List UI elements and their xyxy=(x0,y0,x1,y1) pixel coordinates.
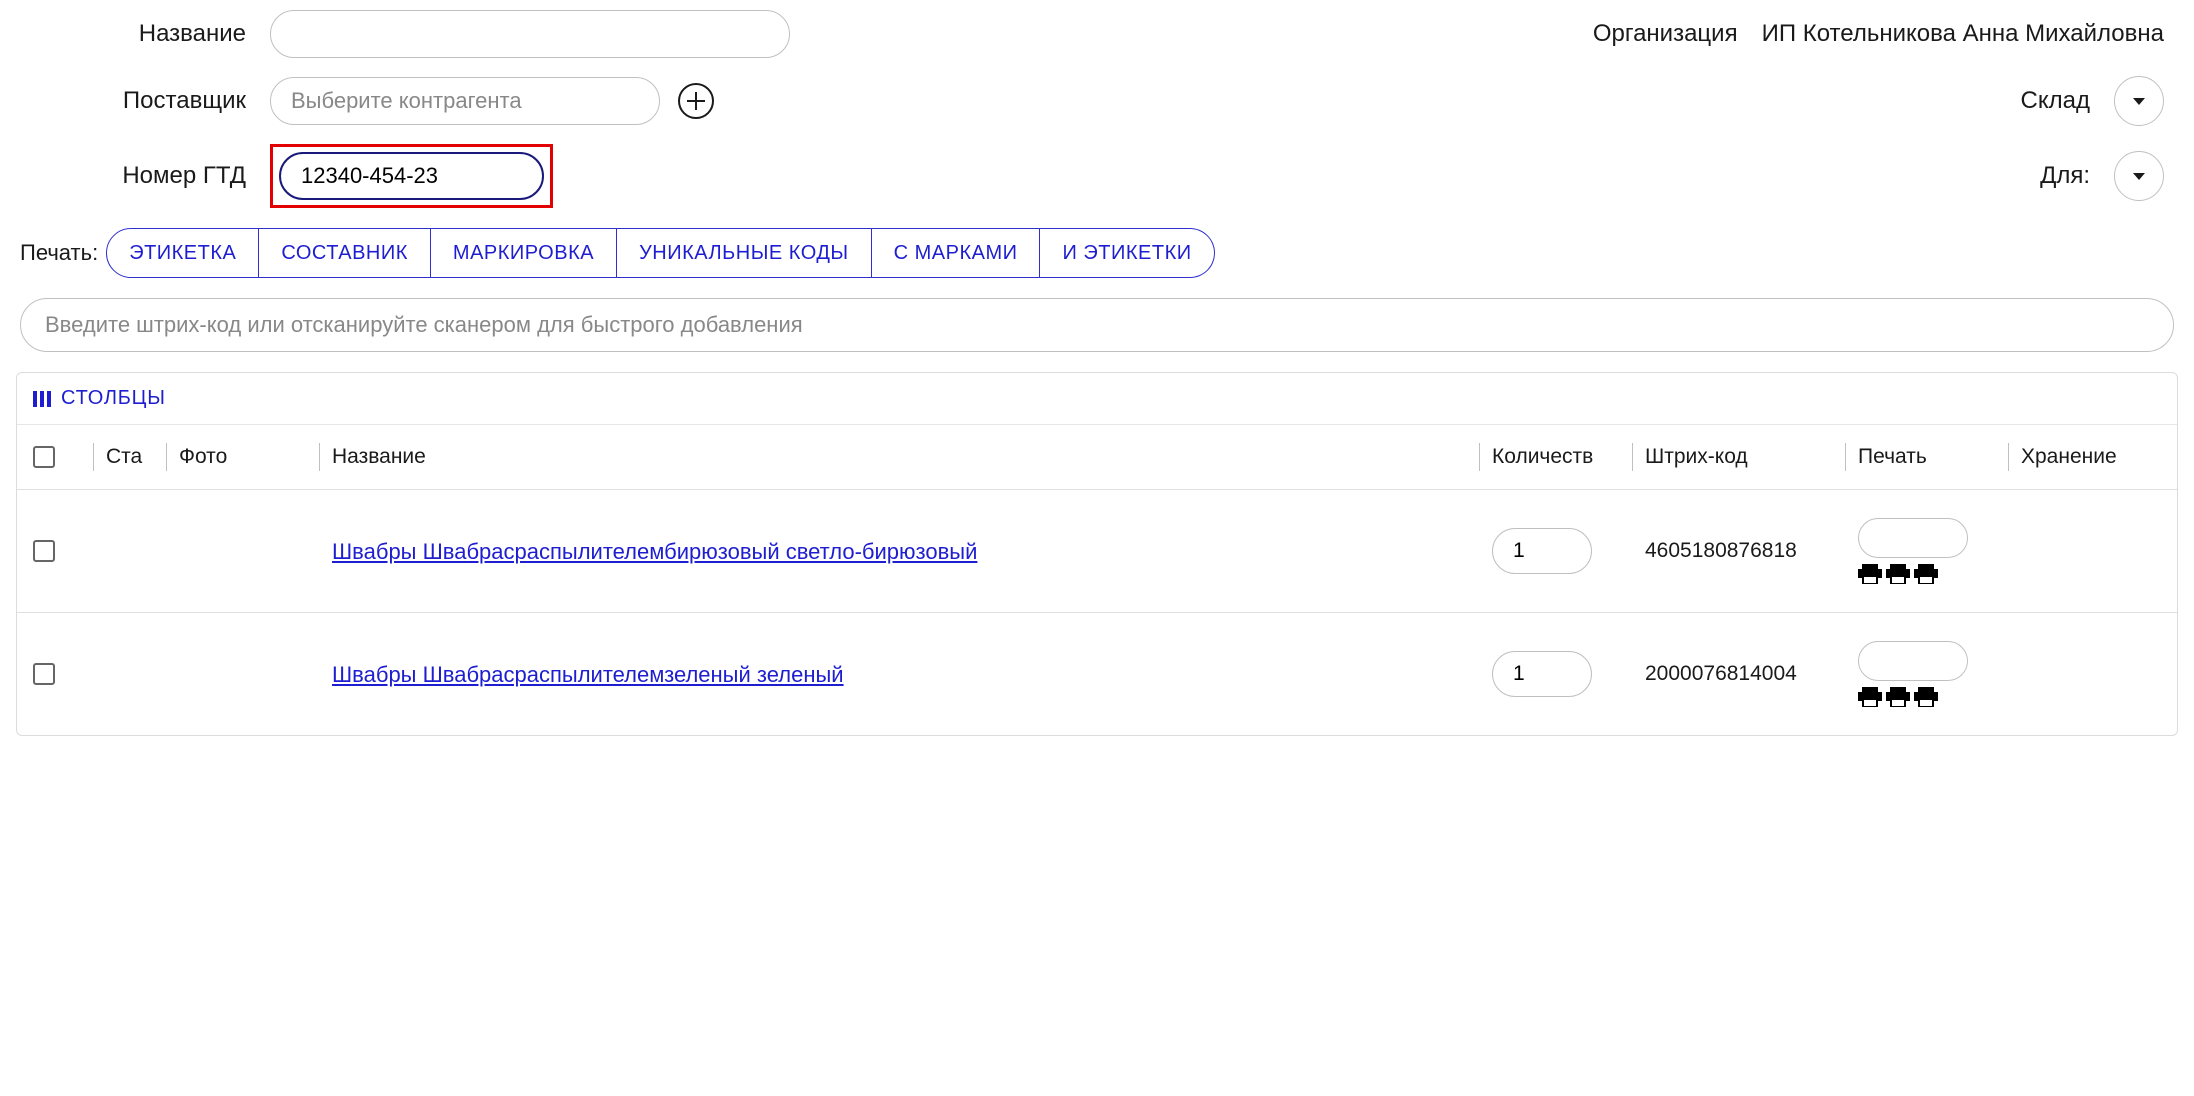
product-link[interactable]: Швабры Швабрасраспылителембирюзовый свет… xyxy=(332,539,977,564)
header-print: Печать xyxy=(1858,445,2008,469)
warehouse-dropdown[interactable] xyxy=(2114,76,2164,126)
supplier-label: Поставщик xyxy=(10,87,270,115)
printer-icon[interactable] xyxy=(1914,687,1938,707)
header-photo: Фото xyxy=(179,445,319,469)
printer-icon[interactable] xyxy=(1886,564,1910,584)
header-qty: Количеств xyxy=(1492,445,1632,469)
print-etiketka-button[interactable]: ЭТИКЕТКА xyxy=(106,228,259,278)
printer-icon[interactable] xyxy=(1886,687,1910,707)
form-row-name: Название Организация ИП Котельникова Анн… xyxy=(10,10,2184,58)
qty-input[interactable] xyxy=(1492,651,1592,697)
table-row: Швабры Швабрасраспылителембирюзовый свет… xyxy=(17,490,2177,613)
printer-icon[interactable] xyxy=(1858,687,1882,707)
gtd-input[interactable] xyxy=(279,152,544,200)
products-table: СТОЛБЦЫ Ста Фото Название Количеств Штри… xyxy=(16,372,2178,736)
supplier-input[interactable] xyxy=(270,77,660,125)
print-with-marks-button[interactable]: С МАРКАМИ xyxy=(872,228,1041,278)
header-storage: Хранение xyxy=(2021,445,2161,469)
chevron-down-icon xyxy=(2133,98,2145,105)
table-row: Швабры Швабрасраспылителемзеленый зелены… xyxy=(17,613,2177,735)
print-sostavnik-button[interactable]: СОСТАВНИК xyxy=(259,228,431,278)
header-status: Ста xyxy=(106,445,166,469)
header-barcode: Штрих-код xyxy=(1645,445,1845,469)
form-row-supplier: Поставщик Склад xyxy=(10,76,2184,126)
select-all-checkbox[interactable] xyxy=(33,446,55,468)
warehouse-label: Склад xyxy=(1954,87,2114,115)
organization-value: ИП Котельникова Анна Михайловна xyxy=(1762,20,2164,48)
gtd-label: Номер ГТД xyxy=(10,162,270,190)
name-label: Название xyxy=(10,20,270,48)
print-section: Печать: ЭТИКЕТКА СОСТАВНИК МАРКИРОВКА УН… xyxy=(10,228,2184,278)
print-unique-codes-button[interactable]: УНИКАЛЬНЫЕ КОДЫ xyxy=(617,228,872,278)
print-cell xyxy=(1858,518,2008,584)
for-label: Для: xyxy=(1954,162,2114,190)
print-markirovka-button[interactable]: МАРКИРОВКА xyxy=(431,228,617,278)
header-name: Название xyxy=(332,445,1479,469)
columns-button[interactable]: СТОЛБЦЫ xyxy=(17,373,2177,425)
print-count-input[interactable] xyxy=(1858,641,1968,681)
print-cell xyxy=(1858,641,2008,707)
qty-input[interactable] xyxy=(1492,528,1592,574)
print-and-labels-button[interactable]: И ЭТИКЕТКИ xyxy=(1040,228,1214,278)
row-checkbox[interactable] xyxy=(33,663,55,685)
printer-icon[interactable] xyxy=(1914,564,1938,584)
gtd-highlight xyxy=(270,144,553,208)
add-supplier-button[interactable] xyxy=(678,83,714,119)
print-label: Печать: xyxy=(20,240,98,266)
barcode-input[interactable] xyxy=(20,298,2174,352)
chevron-down-icon xyxy=(2133,173,2145,180)
form-row-gtd: Номер ГТД Для: xyxy=(10,144,2184,208)
print-button-group: ЭТИКЕТКА СОСТАВНИК МАРКИРОВКА УНИКАЛЬНЫЕ… xyxy=(106,228,1214,278)
organization-label: Организация xyxy=(1593,20,1762,48)
table-header-row: Ста Фото Название Количеств Штрих-код Пе… xyxy=(17,425,2177,490)
for-dropdown[interactable] xyxy=(2114,151,2164,201)
barcode-value: 4605180876818 xyxy=(1645,539,1845,563)
row-checkbox[interactable] xyxy=(33,540,55,562)
print-count-input[interactable] xyxy=(1858,518,1968,558)
columns-icon xyxy=(33,391,51,407)
product-link[interactable]: Швабры Швабрасраспылителемзеленый зелены… xyxy=(332,662,844,687)
name-input[interactable] xyxy=(270,10,790,58)
barcode-value: 2000076814004 xyxy=(1645,662,1845,686)
printer-icon[interactable] xyxy=(1858,564,1882,584)
